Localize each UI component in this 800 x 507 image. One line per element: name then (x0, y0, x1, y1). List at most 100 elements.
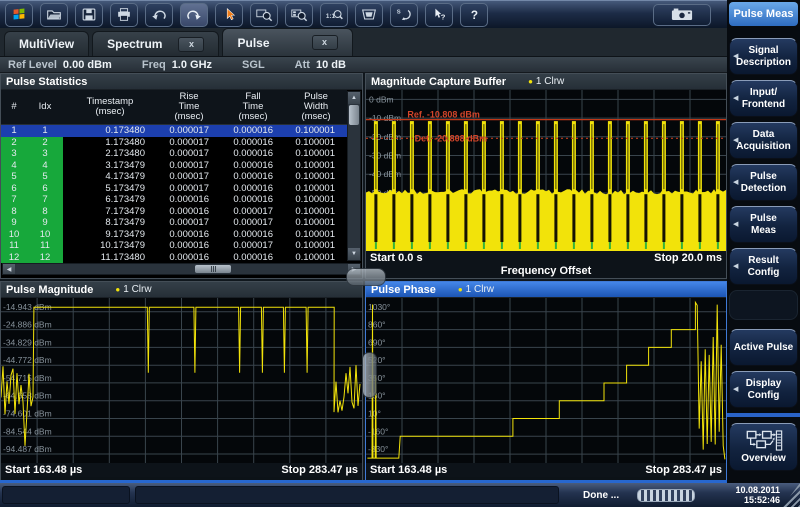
splitter-handle-vertical[interactable] (362, 352, 377, 398)
magnitude-chart[interactable]: -14.943 dBm-24.886 dBm-34.829 dBm-44.772… (1, 298, 362, 463)
softkey-active-pulse[interactable]: Active Pulse (729, 329, 798, 366)
table-cell: 0.000016 (221, 171, 285, 183)
scroll-up-icon[interactable]: ▲ (348, 92, 360, 104)
table-cell: 0.000017 (157, 160, 221, 172)
phase-chart[interactable]: 1030°860°690°520°350°180°10°-160°-330° (366, 298, 726, 463)
column-header[interactable]: Idx (27, 90, 63, 124)
tab-multiview[interactable]: MultiView (4, 31, 89, 56)
zoom-settings-icon[interactable] (285, 3, 313, 27)
help-icon[interactable]: ? (460, 3, 488, 27)
toolbar: 1:1 S ? ? (0, 0, 727, 28)
softkey-result-config[interactable]: ◀ResultConfig (729, 248, 798, 285)
svg-text:10°: 10° (368, 409, 381, 419)
table-row[interactable]: 554.1734790.0000170.0000160.100001 (1, 171, 347, 183)
softkey-arrow-icon: ◀ (733, 137, 738, 145)
svg-text:-84.544 dBm: -84.544 dBm (3, 426, 52, 436)
svg-text:S: S (397, 10, 401, 16)
table-row[interactable]: 111110.1734790.0000160.0000170.100001 (1, 240, 347, 252)
print-icon[interactable] (110, 3, 138, 27)
softkey-pulse-detection[interactable]: ◀PulseDetection (729, 164, 798, 201)
softkey-signal-description[interactable]: ◀SignalDescription (729, 38, 798, 75)
column-header[interactable]: RiseTime(msec) (157, 90, 221, 124)
column-header[interactable]: PulseWidth(msec) (285, 90, 347, 124)
pulse-statistics-table: #IdxTimestamp(msec)RiseTime(msec)FallTim… (1, 90, 362, 278)
table-row[interactable]: 121211.1734800.0000160.0000160.100001 (1, 252, 347, 264)
redo-icon[interactable] (180, 3, 208, 27)
table-row[interactable]: 998.1734790.0000170.0000170.100001 (1, 217, 347, 229)
vscroll-thumb[interactable] (349, 105, 359, 125)
continuous-sweep-icon[interactable]: S (390, 3, 418, 27)
softkey-pulse-meas[interactable]: ◀PulseMeas (729, 206, 798, 243)
tab-spectrum[interactable]: Spectrumx (92, 31, 219, 56)
table-cell: 0.000016 (221, 137, 285, 149)
pulse-magnitude-title[interactable]: Pulse Magnitude ●1 Clrw (1, 282, 362, 298)
table-row[interactable]: 887.1734790.0000160.0000170.100001 (1, 206, 347, 218)
column-header[interactable]: Timestamp(msec) (63, 90, 157, 124)
table-cell: 11 (1, 240, 27, 252)
scroll-left-icon[interactable]: ◀ (3, 264, 15, 274)
table-cell: 5 (1, 171, 27, 183)
display-layout-icon[interactable] (355, 3, 383, 27)
trace-legend: ●1 Clrw (528, 76, 564, 87)
table-row[interactable]: 10109.1734790.0000160.0000160.100001 (1, 229, 347, 241)
softkey-display-config[interactable]: ◀DisplayConfig (729, 371, 798, 408)
table-cell: 2 (27, 137, 63, 149)
scroll-down-icon[interactable]: ▼ (348, 248, 360, 260)
resize-grip-icon[interactable] (782, 483, 800, 507)
table-cell: 9 (27, 217, 63, 229)
pulse-statistics-title[interactable]: Pulse Statistics (1, 74, 362, 90)
table-row[interactable]: 110.1734800.0000170.0000160.100001 (1, 125, 347, 137)
table-cell: 0.000017 (157, 171, 221, 183)
sidebar-buttons: ◀SignalDescription ◀Input/Frontend ◀DataAc… (729, 38, 798, 476)
zoom-1to1-icon[interactable]: 1:1 (320, 3, 348, 27)
table-row[interactable]: 221.1734800.0000170.0000160.100001 (1, 137, 347, 149)
hscroll-thumb[interactable] (195, 265, 231, 273)
svg-text:-10 dBm: -10 dBm (369, 113, 401, 123)
save-icon[interactable] (75, 3, 103, 27)
tab-close-icon[interactable]: x (312, 35, 338, 50)
table-cell: 0.100001 (285, 252, 347, 264)
softkey-overview[interactable]: Overview (729, 423, 798, 471)
softkey-data-acquisition[interactable]: ◀DataAcquisition (729, 122, 798, 159)
context-help-icon[interactable]: ? (425, 3, 453, 27)
windows-logo-icon[interactable] (5, 3, 33, 27)
screenshot-button[interactable] (653, 4, 711, 26)
capture-chart[interactable]: 0 dBm-10 dBm-20 dBm-30 dBm-40 dBm-50 dBm… (366, 90, 726, 251)
column-header[interactable]: # (1, 90, 27, 124)
magnitude-capture-title[interactable]: Magnitude Capture Buffer ●1 Clrw (366, 74, 726, 90)
pulse-magnitude-panel: Pulse Magnitude ●1 Clrw -14.943 dBm-24.8… (0, 281, 363, 481)
vertical-scrollbar[interactable]: ▲ ▼ (347, 91, 361, 261)
table-cell: 0.100001 (285, 137, 347, 149)
table-cell: 0.000016 (221, 183, 285, 195)
svg-text:-94.487 dBm: -94.487 dBm (3, 444, 52, 454)
table-cell: 0.100001 (285, 229, 347, 241)
table-cell: 0.000016 (157, 229, 221, 241)
zoom-icon[interactable] (250, 3, 278, 27)
pulse-phase-title[interactable]: Pulse Phase ●1 Clrw (366, 282, 726, 298)
table-cell: 5.173479 (63, 183, 157, 195)
undo-icon[interactable] (145, 3, 173, 27)
table-cell: 0.000016 (221, 125, 285, 137)
table-row[interactable]: 776.1734790.0000160.0000160.100001 (1, 194, 347, 206)
time-label: 15:52:46 (735, 495, 780, 505)
open-file-icon[interactable] (40, 3, 68, 27)
table-row[interactable]: 332.1734800.0000170.0000160.100001 (1, 148, 347, 160)
select-pointer-icon[interactable] (215, 3, 243, 27)
table-cell: 0.100001 (285, 171, 347, 183)
svg-text:-20 dBm: -20 dBm (369, 132, 401, 142)
svg-text:-34.829 dBm: -34.829 dBm (3, 337, 52, 347)
splitter-handle-horizontal[interactable] (346, 268, 386, 286)
table-row[interactable]: 665.1734790.0000170.0000160.100001 (1, 183, 347, 195)
tab-pulse[interactable]: Pulsex (222, 28, 352, 56)
pulse-meas-header[interactable]: Pulse Meas (729, 2, 798, 26)
table-header: #IdxTimestamp(msec)RiseTime(msec)FallTim… (1, 90, 347, 125)
tab-close-icon[interactable]: x (178, 37, 204, 52)
svg-text:-330°: -330° (368, 444, 388, 454)
table-row[interactable]: 443.1734790.0000170.0000160.100001 (1, 160, 347, 172)
table-cell: 0.000017 (221, 240, 285, 252)
softkey-input-frontend[interactable]: ◀Input/Frontend (729, 80, 798, 117)
column-header[interactable]: FallTime(msec) (221, 90, 285, 124)
table-cell: 1.173480 (63, 137, 157, 149)
table-cell: 0.000017 (157, 137, 221, 149)
horizontal-scrollbar[interactable]: ◀ ▶ (2, 263, 361, 275)
